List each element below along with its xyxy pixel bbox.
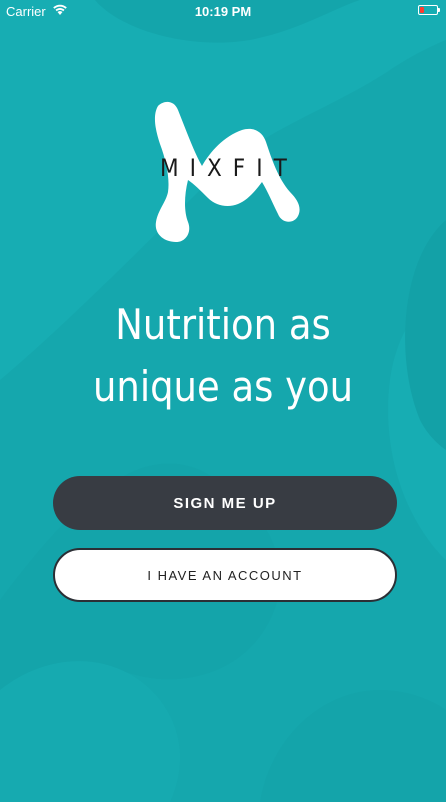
battery-level-fill: [420, 7, 424, 13]
status-bar: Carrier 10:19 PM: [0, 0, 446, 24]
battery-low-icon: [418, 5, 440, 15]
headline-line-2: unique as you: [92, 362, 354, 411]
logo-wordmark: MIXFIT: [160, 154, 298, 182]
status-time: 10:19 PM: [194, 4, 252, 19]
sign-up-button[interactable]: SIGN ME UP: [53, 476, 397, 530]
headline: Nutrition as unique as you: [27, 294, 419, 418]
have-account-button[interactable]: I HAVE AN ACCOUNT: [53, 548, 397, 602]
welcome-screen: Carrier 10:19 PM MIXFIT Nutrition as uni…: [0, 0, 446, 802]
headline-line-1: Nutrition as: [115, 300, 331, 349]
